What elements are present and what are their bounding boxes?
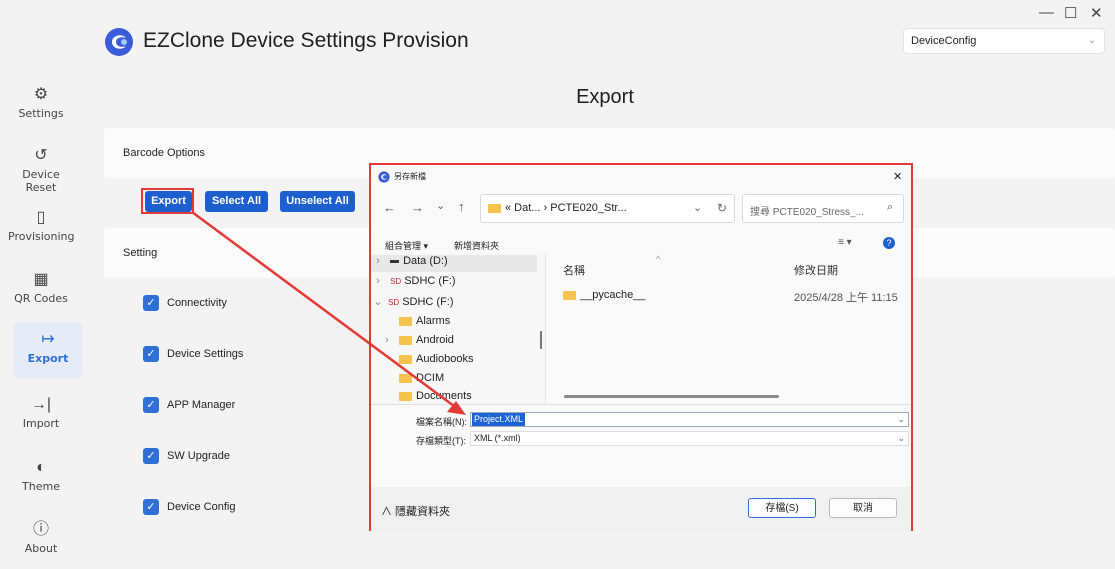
annotation-arrow — [191, 210, 466, 415]
